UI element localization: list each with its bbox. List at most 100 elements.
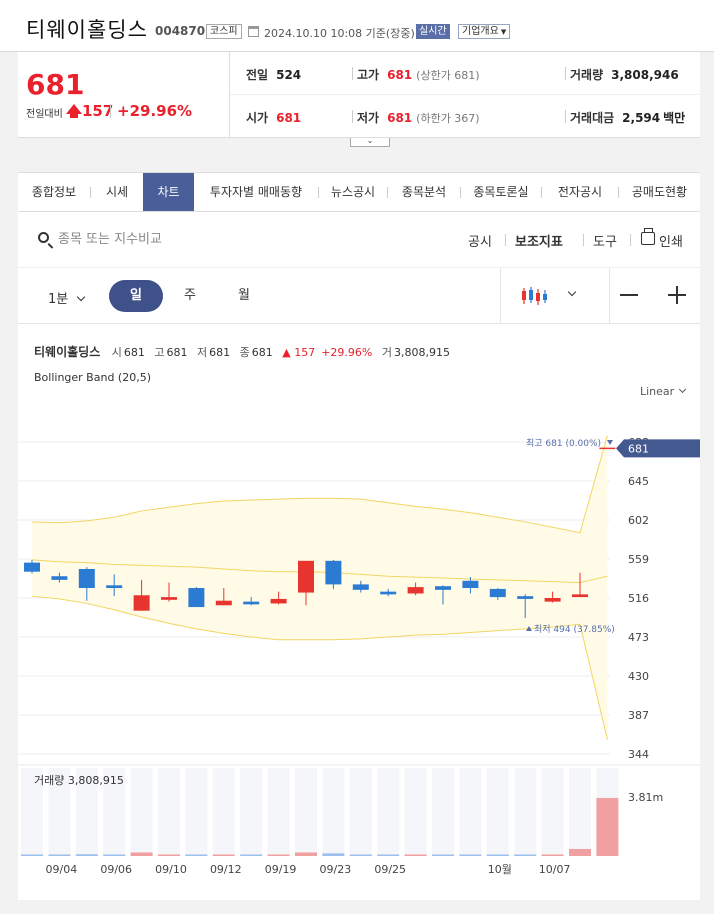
chart-change-pct: +29.96% bbox=[321, 346, 373, 359]
volume-bar-bg bbox=[130, 768, 153, 856]
main-tabs: 종합정보 시세 차트 투자자별 매매동향 뉴스공시 종목분석 종목토론실 전자공… bbox=[18, 172, 700, 212]
low-value: 681 bbox=[209, 346, 231, 359]
divider bbox=[565, 110, 566, 123]
stock-code: 004870 bbox=[155, 24, 206, 38]
period-week-button[interactable]: 주 bbox=[163, 280, 217, 312]
tab-quotes[interactable]: 시세 bbox=[91, 173, 143, 211]
current-price-label: 681 bbox=[628, 442, 649, 455]
tab-chart[interactable]: 차트 bbox=[143, 173, 194, 211]
x-tick-label: 09/25 bbox=[374, 863, 406, 876]
interval-value: 1분 bbox=[48, 292, 69, 307]
candle-body bbox=[215, 600, 232, 606]
volume-bar-bg bbox=[514, 768, 537, 856]
close-label: 종 bbox=[239, 346, 250, 359]
tab-overview[interactable]: 종합정보 bbox=[18, 173, 90, 211]
up-arrow-icon bbox=[66, 104, 82, 118]
volume-bar-bg bbox=[349, 768, 372, 856]
tab-e-disclosure[interactable]: 전자공시 bbox=[542, 173, 618, 211]
period-day-button[interactable]: 일 bbox=[109, 280, 163, 312]
scale-value: Linear bbox=[640, 385, 675, 398]
x-tick-label: 09/19 bbox=[265, 863, 297, 876]
y-tick-label: 430 bbox=[628, 670, 649, 683]
divider bbox=[630, 234, 631, 246]
candle-body bbox=[51, 576, 68, 580]
chevron-down-icon: ⌄ bbox=[366, 136, 374, 145]
current-price: 681 bbox=[26, 68, 85, 101]
indicators-button[interactable]: 보조지표 bbox=[515, 231, 563, 250]
divider bbox=[352, 67, 353, 80]
tools-button[interactable]: 도구 bbox=[593, 231, 617, 250]
tab-discussion[interactable]: 종목토론실 bbox=[461, 173, 541, 211]
chevron-down-icon: ▼ bbox=[500, 28, 507, 36]
disclosure-button[interactable]: 공시 bbox=[468, 231, 492, 250]
x-tick-label: 09/10 bbox=[155, 863, 187, 876]
zoom-in-button[interactable] bbox=[668, 288, 686, 302]
price-summary: 681 전일대비 157 +29.96% 전일 524 고가 681 (상한가 681… bbox=[18, 52, 700, 138]
candle-body bbox=[298, 560, 314, 593]
indicator-label: Bollinger Band (20,5) bbox=[34, 371, 151, 384]
tab-short-selling[interactable]: 공매도현황 bbox=[619, 173, 700, 211]
current-price-panel: 681 전일대비 157 +29.96% bbox=[18, 52, 230, 138]
prev-close-label: 전일 bbox=[246, 68, 269, 82]
candle-body bbox=[161, 597, 177, 600]
period-bar: 1분 일 주 월 bbox=[18, 268, 700, 324]
upper-limit: (상한가 681) bbox=[416, 69, 480, 82]
change-label: 전일대비 bbox=[26, 109, 63, 120]
search-icon[interactable] bbox=[38, 232, 49, 243]
candle-body bbox=[270, 598, 287, 604]
volume-label: 거래량 bbox=[570, 68, 604, 82]
volume-bar-bg bbox=[404, 768, 427, 856]
market-badge: 코스피 bbox=[206, 24, 242, 39]
x-tick-label: 09/06 bbox=[100, 863, 132, 876]
volume: 거래량 3,808,946 bbox=[570, 66, 679, 83]
zoom-out-button[interactable] bbox=[620, 294, 638, 296]
volume-bar-bg bbox=[267, 768, 290, 856]
candle-body bbox=[435, 586, 451, 590]
candle-body bbox=[78, 568, 95, 589]
expand-button[interactable]: ⌄ bbox=[350, 136, 390, 147]
scale-select[interactable]: Linear bbox=[640, 385, 687, 398]
realtime-button[interactable]: 실시간 bbox=[416, 24, 450, 39]
y-tick-label: 387 bbox=[628, 709, 649, 722]
volume-bar bbox=[596, 797, 619, 856]
print-button[interactable]: 인쇄 bbox=[659, 231, 683, 250]
volume-bar-bg bbox=[295, 768, 317, 856]
volume-value: 3,808,946 bbox=[611, 68, 679, 82]
price-row-2: 시가 681 저가 681 (하한가 367) 거래대금 2,594 백만 bbox=[230, 95, 700, 138]
volume-bar bbox=[541, 854, 564, 856]
chevron-down-icon bbox=[679, 385, 687, 394]
open-value: 681 bbox=[276, 111, 302, 125]
tab-investor-trading[interactable]: 투자자별 매매동향 bbox=[194, 173, 318, 211]
candle-body bbox=[325, 560, 342, 585]
volume-bar-bg bbox=[158, 768, 180, 856]
x-tick-label: 09/04 bbox=[46, 863, 78, 876]
open-label: 시 bbox=[111, 346, 122, 359]
amount-label: 거래대금 bbox=[570, 111, 615, 125]
interval-select[interactable]: 1분 bbox=[48, 288, 86, 307]
volume-bar bbox=[514, 854, 537, 856]
print-icon[interactable] bbox=[641, 228, 655, 245]
price-chart[interactable]: 688645602559516473430387344681최고 681 (0.… bbox=[18, 324, 700, 900]
tab-news[interactable]: 뉴스공시 bbox=[319, 173, 387, 211]
y-tick-label: 516 bbox=[628, 592, 649, 605]
open-label: 시가 bbox=[246, 111, 269, 125]
chart-toolbar: 공시 보조지표 도구 인쇄 bbox=[18, 212, 700, 268]
volume-bar bbox=[240, 854, 263, 856]
divider bbox=[565, 67, 566, 80]
candle-body bbox=[133, 595, 150, 611]
volume-bar-bg bbox=[240, 768, 263, 856]
chart-stock-name: 티웨이홀딩스 bbox=[34, 345, 101, 359]
volume-label: 거 bbox=[381, 346, 393, 359]
volume-bar-bg bbox=[212, 768, 235, 856]
candlestick-icon bbox=[522, 287, 547, 305]
stock-header: 티웨이홀딩스 004870 코스피 2024.10.10 10:08 기준(장중… bbox=[0, 0, 714, 52]
change-absolute: 157 bbox=[82, 102, 114, 120]
chart-type-select[interactable] bbox=[500, 268, 610, 324]
search-input[interactable] bbox=[58, 228, 258, 250]
volume-bar bbox=[103, 854, 126, 856]
x-tick-label: 09/12 bbox=[210, 863, 242, 876]
company-info-button[interactable]: 기업개요 ▼ bbox=[458, 24, 511, 39]
period-month-button[interactable]: 월 bbox=[217, 280, 271, 312]
volume-bar bbox=[158, 854, 180, 856]
tab-analysis[interactable]: 종목분석 bbox=[388, 173, 460, 211]
